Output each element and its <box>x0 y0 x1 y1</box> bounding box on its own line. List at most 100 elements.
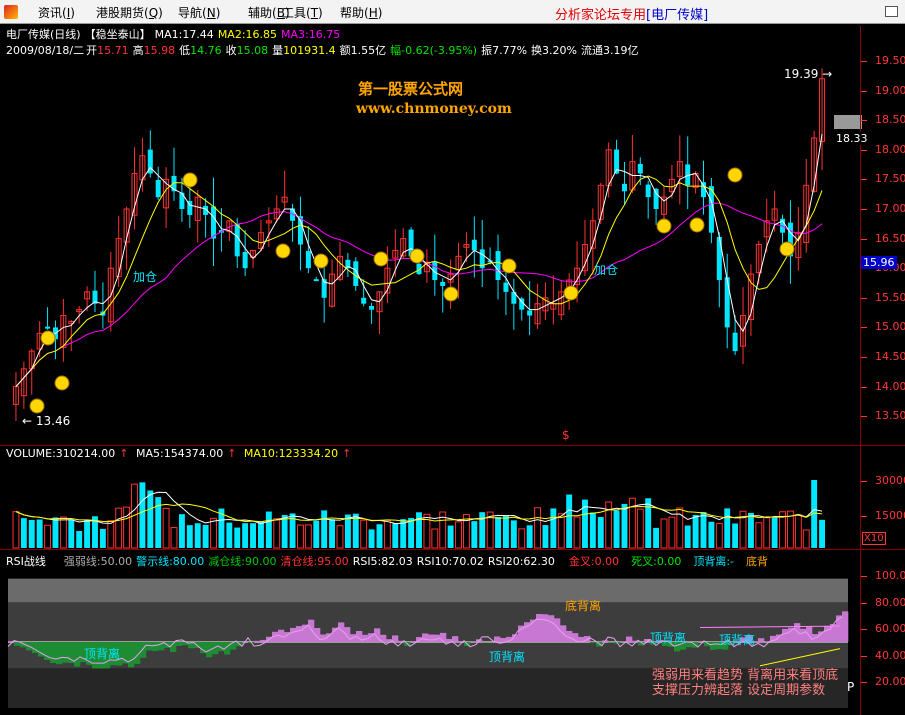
smiley-icon <box>373 251 389 267</box>
panel-divider <box>0 445 905 446</box>
price-tickline <box>861 61 867 62</box>
volume-bar <box>416 512 422 548</box>
volume-bar <box>668 516 676 549</box>
kline-header-line2: 2009/08/18/二 开15.71 高15.98 低14.76 收15.08 量101… <box>6 42 642 58</box>
volume-bar <box>408 517 415 548</box>
rsi20-value: RSI20:62.30 <box>487 555 555 568</box>
volume-bar <box>573 516 581 549</box>
volume-bar <box>376 524 383 548</box>
divergence-label: 顶背离 <box>650 631 687 645</box>
golden-cross-value: 金叉:0.00 <box>568 555 620 568</box>
rsi-area-pos <box>788 627 795 642</box>
volume-bar <box>621 503 628 548</box>
rsi-area-neg <box>128 642 135 668</box>
ma1-value: MA1:17.44 <box>154 28 214 41</box>
amplitude-value: 振7.77% <box>481 44 528 57</box>
rsi-tick: 20.00 <box>875 675 905 688</box>
menu-item-help[interactable]: 帮助(H) <box>340 4 382 21</box>
low-value: 14.76 <box>190 44 222 57</box>
volume-bar <box>304 524 312 549</box>
candle-body <box>527 310 533 316</box>
rsi-area-pos <box>794 623 801 642</box>
volume-bar <box>257 521 264 548</box>
watermark-title: 第一股票公式网 <box>358 80 464 98</box>
volume-header: VOLUME:310214.00 ↑ MA5:154374.00 ↑ MA10:12… <box>6 447 352 460</box>
smiley-icon <box>409 248 425 264</box>
menu-bar: 资讯(I) 港股期货(Q) 导航(N) 辅助(B) 工具(T) 帮助(H) 分析… <box>0 0 905 24</box>
rsi-area-pos <box>806 626 813 642</box>
rsi-note-2: 支撑压力辨起落 设定周期参数 <box>652 683 826 698</box>
turnover-value: 换3.20% <box>531 44 577 57</box>
volume-bar <box>660 518 668 549</box>
volume-bar <box>518 528 526 549</box>
volume-bar <box>234 527 241 548</box>
volume-chart[interactable] <box>0 460 860 550</box>
rsi-area-pos <box>818 631 825 642</box>
rsi-area-pos <box>836 615 843 642</box>
rsi-area-neg <box>14 642 21 646</box>
price-axis: 19.5019.0018.5018.0017.5017.0016.5016.00… <box>860 26 905 446</box>
price-tick: 15.50 <box>875 290 905 304</box>
volume-bar <box>715 523 723 549</box>
volume-bar <box>747 512 754 548</box>
candle-body <box>471 239 477 251</box>
panel-divider <box>0 549 905 550</box>
volume-bar <box>708 521 715 548</box>
rsi-area-pos <box>260 639 267 642</box>
rsi-area-neg <box>176 642 183 646</box>
price-tick: 19.00 <box>875 83 905 97</box>
volume-bar <box>115 507 123 549</box>
rsi-area-neg <box>50 642 57 663</box>
rsi-area-pos <box>422 633 429 642</box>
rsi-area-pos <box>548 615 555 642</box>
rsi-reduce-line: 减仓线:90.00 <box>208 555 277 568</box>
smiley-icon <box>727 167 743 183</box>
price-tick: 16.50 <box>875 231 905 245</box>
smiley-icon <box>563 285 579 301</box>
volume-bar <box>28 519 35 548</box>
price-tick: 17.50 <box>875 172 905 186</box>
menu-item-hk-futures[interactable]: 港股期货(Q) <box>96 4 163 21</box>
price-tick: 14.00 <box>875 379 905 393</box>
volume-bar <box>273 518 281 549</box>
volume-bar <box>526 525 533 548</box>
bottom-divergence-value: 底背 <box>746 555 769 568</box>
menu-item-nav[interactable]: 导航(N) <box>178 4 220 21</box>
smiley-icon <box>29 398 45 414</box>
volume-bar <box>755 522 763 549</box>
rsi-axis: 100.0 80.00 60.00 40.00 20.00 <box>860 550 905 715</box>
volume-bar <box>700 512 707 548</box>
candle-body <box>313 279 319 282</box>
rsi-area-pos <box>626 636 633 642</box>
price-tick: 18.50 <box>875 113 905 127</box>
rsi-note-p: P <box>847 680 855 694</box>
volume-bar <box>147 490 154 548</box>
close-label: 收 <box>225 44 237 57</box>
death-cross-value: 死叉:0.00 <box>631 555 682 568</box>
volume-bar <box>802 529 810 549</box>
volume-bar <box>732 523 739 548</box>
rsi-area-pos <box>254 640 261 642</box>
volume-bar <box>329 519 336 548</box>
volume-ma10: MA10:123334.20 <box>243 447 339 460</box>
low-label: 低 <box>179 44 191 57</box>
price-tickline <box>861 120 867 122</box>
volume-bar <box>542 525 549 548</box>
price-tick: 19.50 <box>875 54 905 67</box>
window-minimize-icon[interactable] <box>885 6 898 17</box>
price-tickline <box>861 209 867 210</box>
candle-body <box>45 326 51 329</box>
candle-body <box>495 251 501 281</box>
add-position-label: 加仓 <box>594 263 619 277</box>
volume-bar <box>724 508 731 548</box>
rsi-area-pos <box>758 638 765 642</box>
volume-bar <box>202 524 209 548</box>
forum-ad-text: 分析家论坛专用[电厂传媒] <box>555 8 709 23</box>
app-logo-icon <box>4 5 18 19</box>
volume-bar <box>162 507 170 549</box>
amount-value: 额1.55亿 <box>339 44 387 57</box>
price-tickline <box>861 179 867 181</box>
menu-item-info[interactable]: 资讯(I) <box>38 4 75 21</box>
volume-bar <box>12 511 20 549</box>
menu-item-tools[interactable]: 工具(T) <box>282 4 323 21</box>
